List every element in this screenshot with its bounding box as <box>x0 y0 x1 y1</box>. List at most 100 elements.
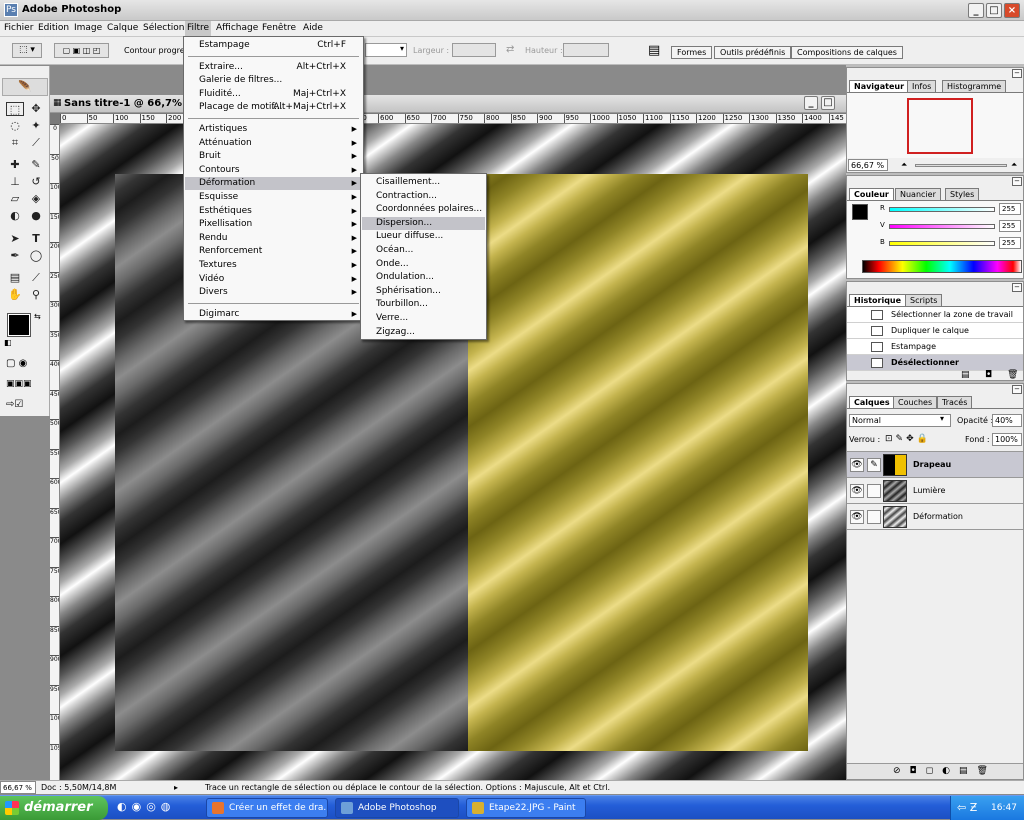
lasso-tool-icon[interactable]: ◌ <box>6 119 24 133</box>
navigator-minimize-button[interactable]: − <box>1012 69 1022 78</box>
filtre-menu-item[interactable]: Extraire... Alt+Ctrl+X <box>185 61 362 74</box>
foreground-color-swatch[interactable] <box>7 313 31 337</box>
doc-maximize-button[interactable]: □ <box>821 96 835 110</box>
tab-scripts[interactable]: Scripts <box>905 294 943 306</box>
filtre-menu-item[interactable]: Vidéo ▶ <box>185 273 362 286</box>
navigator-zoom-slider[interactable] <box>915 164 1007 167</box>
tab-nuancier[interactable]: Nuancier <box>895 188 941 200</box>
history-trash-icon[interactable]: 🗑 <box>1007 370 1018 380</box>
history-minimize-button[interactable]: − <box>1012 283 1022 292</box>
channel-v-slider[interactable] <box>889 224 995 229</box>
filtre-menu-item[interactable]: Bruit ▶ <box>185 150 362 163</box>
filtre-menu-item[interactable]: Déformation ▶ <box>185 177 362 191</box>
task-adobe-photoshop[interactable]: Adobe Photoshop <box>335 798 459 818</box>
start-button[interactable]: démarrer <box>0 796 108 820</box>
tab-couches[interactable]: Couches <box>893 396 938 408</box>
hand-tool-icon[interactable]: ✋ <box>6 288 24 302</box>
type-tool-icon[interactable]: T <box>27 232 45 246</box>
deformation-menu-item[interactable]: Onde... <box>362 258 485 271</box>
history-item-current[interactable]: Désélectionner <box>847 355 1023 371</box>
deformation-menu-item[interactable]: Océan... <box>362 244 485 257</box>
channel-v-value[interactable]: 255 <box>999 220 1021 232</box>
deformation-menu-item[interactable]: Tourbillon... <box>362 298 485 311</box>
menu-filtre[interactable]: Filtre <box>185 21 212 36</box>
minimize-button[interactable]: _ <box>968 3 984 18</box>
menu-fenetre[interactable]: Fenêtre <box>262 23 296 33</box>
swap-colors-icon[interactable]: ⇆ <box>34 312 41 321</box>
filtre-menu-item[interactable]: Estampage Ctrl+F <box>185 39 362 52</box>
filtre-menu-item[interactable]: Esquisse ▶ <box>185 191 362 204</box>
status-arrow-icon[interactable]: ▸ <box>174 781 178 794</box>
deformation-menu-item[interactable]: Dispersion... <box>362 216 485 230</box>
tab-formes[interactable]: Formes <box>671 46 713 59</box>
tab-navigateur[interactable]: Navigateur <box>849 80 910 92</box>
history-snapshot-icon[interactable]: ◘ <box>985 370 992 380</box>
style-dropdown[interactable]: ▾ <box>365 43 407 57</box>
tab-compositions-calques[interactable]: Compositions de calques <box>791 46 903 59</box>
filtre-menu-item[interactable]: Galerie de filtres... <box>185 74 362 87</box>
lock-options-icons[interactable]: ⊡✎✥🔒 <box>885 434 931 444</box>
tab-histogramme[interactable]: Histogramme <box>942 80 1007 92</box>
deformation-menu-item[interactable]: Cisaillement... <box>362 176 485 189</box>
color-ramp[interactable] <box>862 260 1022 273</box>
menu-edition[interactable]: Edition <box>38 23 69 33</box>
doc-minimize-button[interactable]: _ <box>804 96 818 110</box>
chevron-down-icon[interactable]: ▾ <box>940 414 944 423</box>
task-creer-effet[interactable]: Créer un effet de dra... <box>206 798 328 818</box>
task-paint[interactable]: Etape22.JPG - Paint <box>466 798 586 818</box>
layer-row-lumiere[interactable]: 👁 Lumière <box>847 478 1023 504</box>
navigator-zoom-field[interactable]: 66,67 % <box>848 159 888 171</box>
blend-mode-dropdown[interactable]: Normal <box>849 414 951 427</box>
brush-link-icon[interactable]: ✎ <box>867 458 881 472</box>
fill-field[interactable]: 100% <box>992 433 1022 446</box>
color-foreground-swatch[interactable] <box>852 204 868 220</box>
dodge-tool-icon[interactable]: ● <box>27 209 45 223</box>
layer-row-drapeau[interactable]: 👁 ✎ Drapeau <box>847 452 1023 478</box>
menu-selection[interactable]: Sélection <box>143 23 184 33</box>
history-item[interactable]: Estampage <box>847 339 1023 355</box>
tab-historique[interactable]: Historique <box>849 294 907 306</box>
channel-b-slider[interactable] <box>889 241 995 246</box>
history-brush-tool-icon[interactable]: ↺ <box>27 175 45 189</box>
filtre-menu-item[interactable]: Contours ▶ <box>185 164 362 177</box>
filtre-menu-item[interactable]: Artistiques ▶ <box>185 123 362 136</box>
crop-tool-icon[interactable]: ⌗ <box>6 136 24 150</box>
channel-r-slider[interactable] <box>889 207 995 212</box>
eye-icon[interactable]: 👁 <box>850 458 864 472</box>
palette-well-icon[interactable]: ▤ <box>648 43 660 58</box>
layers-footer-buttons[interactable]: ⊘◘◻◐▤🗑 <box>847 763 1023 779</box>
menu-calque[interactable]: Calque <box>107 23 138 33</box>
filtre-menu-item[interactable]: Renforcement ▶ <box>185 245 362 258</box>
deformation-menu-item[interactable]: Contraction... <box>362 190 485 203</box>
tab-traces[interactable]: Tracés <box>937 396 973 408</box>
swap-icon[interactable]: ⇄ <box>506 44 514 55</box>
notes-tool-icon[interactable]: ▤ <box>6 271 24 285</box>
deformation-menu-item[interactable]: Lueur diffuse... <box>362 230 485 243</box>
opacity-field[interactable]: 40% <box>992 414 1022 427</box>
menu-image[interactable]: Image <box>74 23 102 33</box>
link-slot-icon[interactable] <box>867 510 881 524</box>
largeur-input[interactable] <box>452 43 496 57</box>
tab-infos[interactable]: Infos <box>907 80 937 92</box>
history-new-document-icon[interactable]: ▤ <box>961 370 970 380</box>
filtre-menu-item[interactable]: Textures ▶ <box>185 259 362 272</box>
pen-tool-icon[interactable]: ✒ <box>6 249 24 263</box>
shape-tool-icon[interactable]: ◯ <box>27 249 45 263</box>
history-item[interactable]: Sélectionner la zone de travail <box>847 307 1023 323</box>
slice-tool-icon[interactable]: ⟋ <box>27 136 45 150</box>
navigator-thumbnail[interactable] <box>907 98 973 154</box>
layer-row-deformation[interactable]: 👁 Déformation <box>847 504 1023 530</box>
filtre-menu-item[interactable]: Fluidité... Maj+Ctrl+X <box>185 88 362 101</box>
deformation-menu-item[interactable]: Zigzag... <box>362 326 485 339</box>
eye-icon[interactable]: 👁 <box>850 484 864 498</box>
history-item[interactable]: Dupliquer le calque <box>847 323 1023 339</box>
close-button[interactable]: × <box>1004 3 1020 18</box>
filtre-menu-item[interactable]: Divers ▶ <box>185 286 362 299</box>
deformation-menu-item[interactable]: Coordonnées polaires... <box>362 203 485 216</box>
link-slot-icon[interactable] <box>867 484 881 498</box>
filtre-menu-item[interactable]: Atténuation ▶ <box>185 137 362 150</box>
brush-tool-icon[interactable]: ✎ <box>27 158 45 172</box>
color-minimize-button[interactable]: − <box>1012 177 1022 186</box>
eye-icon[interactable]: 👁 <box>850 510 864 524</box>
tab-outils-predefinis[interactable]: Outils prédéfinis <box>714 46 792 59</box>
